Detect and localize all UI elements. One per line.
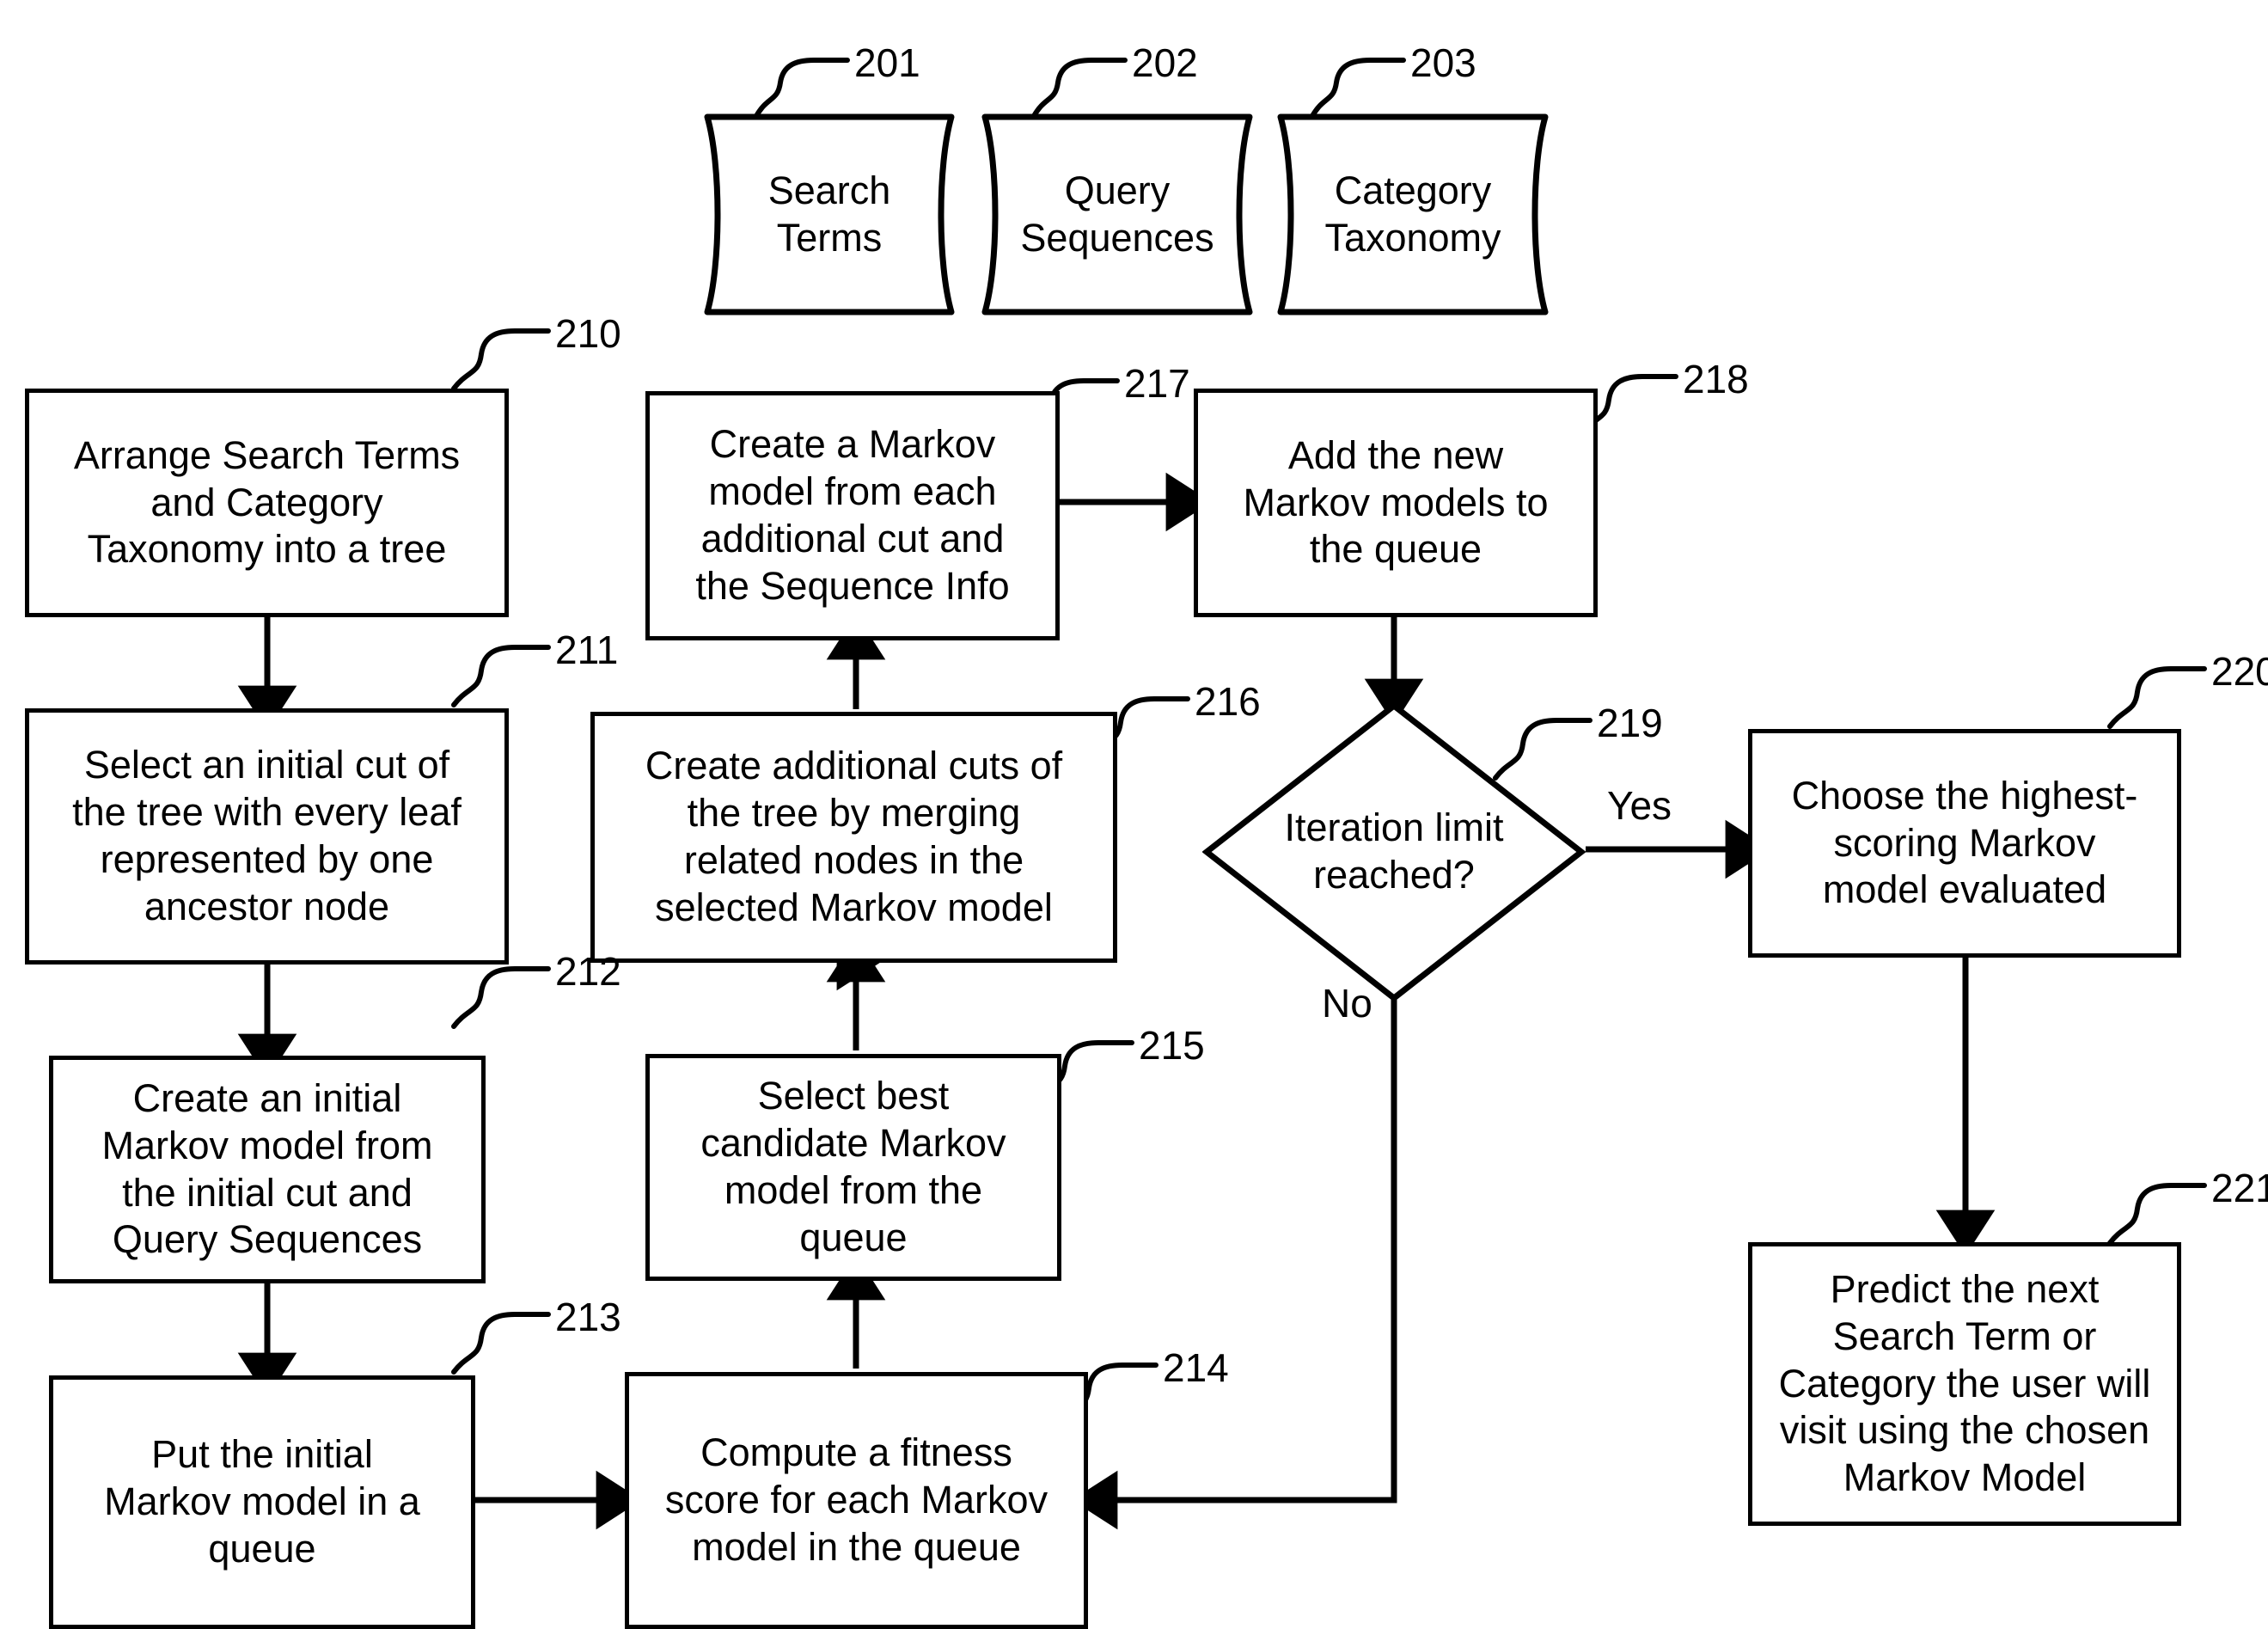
process-node-221: Predict the next Search Term or Category…	[1748, 1242, 2181, 1526]
reference-number-216: 216	[1195, 679, 1261, 724]
reference-number-210: 210	[555, 311, 621, 356]
process-node-210: Arrange Search Terms and Category Taxono…	[25, 389, 509, 617]
edge-label-no: No	[1322, 981, 1372, 1026]
reference-number-215: 215	[1139, 1023, 1205, 1068]
process-node-218: Add the new Markov models to the queue	[1194, 389, 1598, 617]
data-store-category-taxonomy: Category Taxonomy	[1274, 113, 1552, 315]
figure-canvas: Search Terms Query Sequences Category Ta…	[0, 0, 2268, 1629]
data-store-query-sequences: Query Sequences	[978, 113, 1256, 315]
reference-number-213: 213	[555, 1295, 621, 1339]
reference-number-214: 214	[1163, 1345, 1229, 1390]
decision-node-219: Iteration limit reached?	[1202, 701, 1586, 1002]
process-node-212: Create an initial Markov model from the …	[49, 1056, 486, 1283]
data-store-label: Query Sequences	[1020, 168, 1214, 260]
process-node-216: Create additional cuts of the tree by me…	[590, 712, 1117, 963]
edge-label-yes: Yes	[1607, 783, 1672, 828]
data-store-search-terms: Search Terms	[700, 113, 958, 315]
reference-number-219: 219	[1597, 701, 1663, 745]
data-store-label: Search Terms	[767, 168, 891, 260]
process-node-214: Compute a fitness score for each Markov …	[625, 1372, 1088, 1629]
process-node-215: Select best candidate Markov model from …	[645, 1054, 1061, 1281]
reference-number-221: 221	[2211, 1166, 2268, 1210]
reference-number-220: 220	[2211, 649, 2268, 694]
process-node-220: Choose the highest- scoring Markov model…	[1748, 729, 2181, 958]
reference-number-217: 217	[1124, 361, 1190, 406]
process-node-211: Select an initial cut of the tree with e…	[25, 708, 509, 965]
process-node-213: Put the initial Markov model in a queue	[49, 1375, 475, 1629]
reference-number-202: 202	[1132, 40, 1198, 85]
reference-number-203: 203	[1410, 40, 1476, 85]
process-node-217: Create a Markov model from each addition…	[645, 391, 1060, 640]
reference-number-212: 212	[555, 949, 621, 994]
decision-node-label: Iteration limit reached?	[1284, 805, 1504, 897]
reference-number-218: 218	[1683, 357, 1749, 401]
reference-number-201: 201	[854, 40, 920, 85]
reference-number-211: 211	[555, 628, 619, 672]
data-store-label: Category Taxonomy	[1324, 168, 1501, 260]
